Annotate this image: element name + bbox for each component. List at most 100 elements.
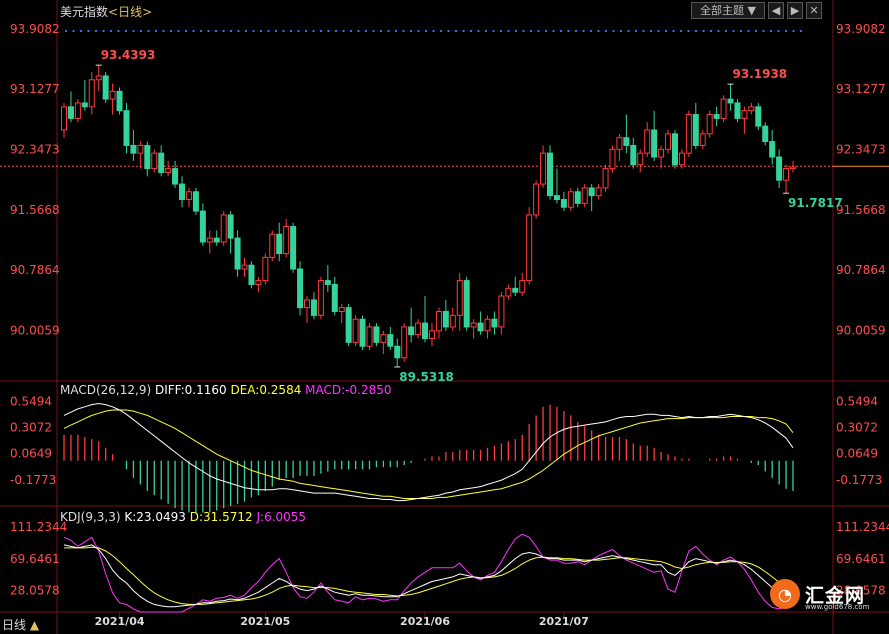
extreme-label: 93.1938 xyxy=(733,67,788,81)
candle-down xyxy=(67,106,74,119)
candle-up xyxy=(283,226,290,255)
top-marker-dot xyxy=(492,30,495,32)
macd-tick-left: 0.5494 xyxy=(10,394,52,408)
top-marker-dot xyxy=(410,30,412,32)
prev-button[interactable]: ◀ xyxy=(768,2,784,19)
price-tick-right: 93.9082 xyxy=(836,22,886,36)
candle-up xyxy=(220,214,227,243)
extreme-label: 91.7817 xyxy=(788,196,843,210)
candle-up xyxy=(720,98,727,119)
top-marker-dot xyxy=(425,30,427,32)
candle-up xyxy=(748,106,755,112)
macd-value-readout: MACD:-0.2850 xyxy=(305,383,392,397)
candle-up xyxy=(95,75,102,81)
candle-up xyxy=(88,79,95,108)
candle-up xyxy=(366,326,373,347)
kdj-panel xyxy=(63,533,787,613)
top-marker-dot xyxy=(792,30,795,32)
extreme-label: 93.4393 xyxy=(101,48,156,62)
top-marker-dot xyxy=(260,30,262,32)
macd-tick-right: 0.0649 xyxy=(836,447,878,461)
top-marker-dot xyxy=(680,30,682,32)
chart-canvas[interactable]: 93.4393 89.5318 93.1938 91.7817 93.9082 93.9… xyxy=(0,0,889,634)
theme-select[interactable]: 全部主题 ▼ xyxy=(691,2,765,19)
chart-title-bar: 美元指数<日线> xyxy=(60,3,152,20)
logo-mark-icon: ◔ xyxy=(770,579,800,609)
price-candles xyxy=(61,65,796,367)
candle-down xyxy=(547,152,553,197)
theme-select-label: 全部主题 xyxy=(700,4,745,17)
candle-down xyxy=(373,326,380,343)
kdj-tick-right: 111.2344 xyxy=(836,520,889,534)
period-tab[interactable]: 日线 ▲ xyxy=(2,616,39,633)
kdj-title: KDJ(9,3,3) xyxy=(60,510,121,524)
top-marker-dot xyxy=(125,30,127,32)
kdj-d-readout: D:31.5712 xyxy=(189,510,253,524)
candle-down xyxy=(248,264,255,285)
chevron-up-icon: ▲ xyxy=(29,618,40,632)
dea-line xyxy=(63,409,794,499)
candle-up xyxy=(304,299,310,309)
macd-dif-readout: DIFF:0.1160 xyxy=(154,383,227,397)
candle-up xyxy=(665,133,672,150)
price-tick-right: 91.5668 xyxy=(836,203,886,217)
kdj-k-readout: K:23.0493 xyxy=(124,510,186,524)
top-marker-dot xyxy=(192,30,195,32)
top-marker-dot xyxy=(702,30,705,32)
candle-up xyxy=(685,114,692,154)
close-button[interactable]: ✕ xyxy=(806,2,822,19)
kdj-tick-right: 69.6461 xyxy=(836,552,886,566)
top-marker-dot xyxy=(372,30,375,32)
kdj-tick-left: 111.2344 xyxy=(10,520,67,534)
macd-dea-readout: DEA:0.2584 xyxy=(230,383,302,397)
candle-down xyxy=(560,199,567,208)
candle-down xyxy=(727,98,734,104)
d-line xyxy=(64,546,787,605)
candle-up xyxy=(498,295,505,328)
top-marker-dot xyxy=(230,30,232,32)
candle-up xyxy=(241,264,248,270)
top-marker-dot xyxy=(185,30,187,32)
macd-tick-left: 0.3072 xyxy=(10,421,52,435)
candle-up xyxy=(352,318,359,343)
candle-down xyxy=(227,214,234,239)
top-marker-dot xyxy=(740,30,742,32)
candle-up xyxy=(317,280,324,316)
candle-down xyxy=(192,191,199,212)
top-marker-dot xyxy=(665,30,667,32)
candle-up xyxy=(678,152,685,166)
top-marker-dot xyxy=(747,30,750,32)
top-marker-dot xyxy=(170,30,172,32)
top-marker-dot xyxy=(597,30,600,32)
candle-up xyxy=(415,322,422,336)
candle-up xyxy=(109,90,116,100)
top-marker-dot xyxy=(162,30,165,32)
candle-down xyxy=(588,187,595,197)
top-marker-dot xyxy=(312,30,315,32)
top-marker-dot xyxy=(342,30,345,32)
date-tick-label: 2021/04 xyxy=(95,615,145,628)
kdj-tick-left: 28.0578 xyxy=(10,584,60,598)
candle-down xyxy=(477,322,484,332)
logo-url: www.gold678.com xyxy=(805,603,870,611)
candle-down xyxy=(234,237,241,270)
top-marker-dot xyxy=(785,30,787,32)
top-marker-dot xyxy=(732,30,735,32)
candle-up xyxy=(567,191,574,208)
top-marker-dot xyxy=(507,30,510,32)
macd-title: MACD(26,12,9) xyxy=(60,383,152,397)
macd-panel xyxy=(63,402,794,513)
candle-up xyxy=(456,280,463,316)
candle-up xyxy=(519,280,526,293)
top-marker-dot xyxy=(447,30,450,32)
kdj-j-readout: J:6.0055 xyxy=(256,510,307,524)
period-label[interactable]: <日线> xyxy=(108,5,152,19)
top-marker-dot xyxy=(477,30,480,32)
candle-up xyxy=(269,233,276,258)
top-marker-dot xyxy=(155,30,157,32)
candle-down xyxy=(81,102,88,108)
top-marker-dot xyxy=(417,30,420,32)
top-marker-dot xyxy=(710,30,712,32)
candle-up xyxy=(206,237,213,243)
next-button[interactable]: ▶ xyxy=(787,2,803,19)
